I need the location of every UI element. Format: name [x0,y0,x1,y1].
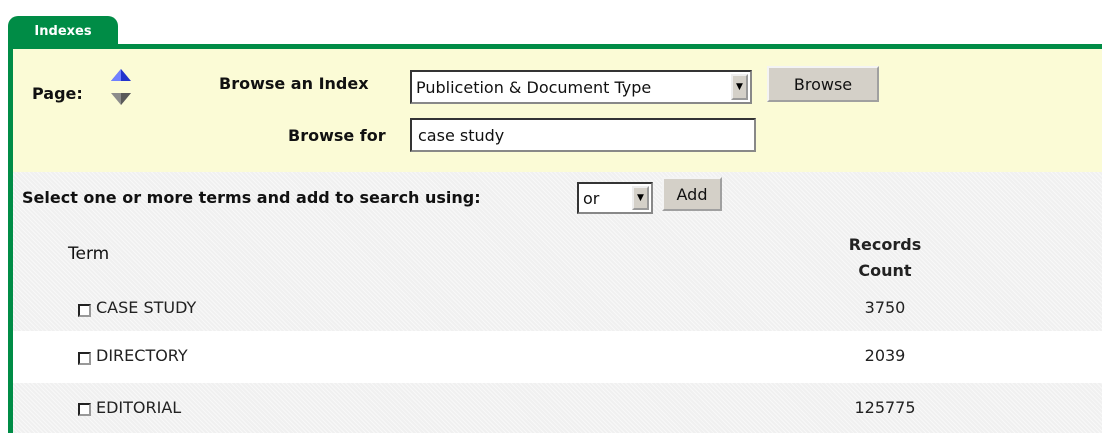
records-count: 2039 [864,346,906,365]
records-count-column-header: Records Count [822,232,948,284]
index-select[interactable]: Publicetion & Document Type ▼ [410,70,752,104]
dropdown-arrow-icon[interactable]: ▼ [632,186,649,210]
browse-for-value: case study [418,125,505,145]
browse-panel [13,49,1102,172]
browse-button-label: Browse [793,74,853,94]
browse-for-input[interactable]: case study [410,118,756,152]
browse-for-label: Browse for [288,126,386,145]
term-checkbox[interactable] [78,403,91,416]
term-column-header: Term [68,244,110,264]
page-up-arrow-icon[interactable] [111,69,131,81]
term-label: DIRECTORY [96,346,188,365]
operator-select[interactable]: or ▼ [577,182,653,214]
records-count: 125775 [854,398,916,417]
select-terms-instruction: Select one or more terms and add to sear… [22,188,481,207]
browse-button[interactable]: Browse [767,66,879,102]
page-navigation-arrows [111,69,131,105]
page-label: Page: [32,84,83,103]
term-checkbox[interactable] [78,304,91,317]
tab-indexes-label: Indexes [34,23,92,39]
browse-index-label: Browse an Index [219,74,369,93]
records-count: 3750 [864,298,906,317]
operator-select-value: or [583,188,600,208]
records-header-line1: Records [848,235,922,254]
add-button[interactable]: Add [662,177,722,211]
dropdown-arrow-icon[interactable]: ▼ [731,74,748,100]
add-button-label: Add [676,184,708,204]
page-down-arrow-icon[interactable] [111,93,131,105]
index-select-value: Publicetion & Document Type [416,77,652,97]
tab-indexes[interactable]: Indexes [8,16,118,46]
records-header-line2: Count [858,261,912,280]
term-label: EDITORIAL [96,398,182,417]
term-checkbox[interactable] [78,352,91,365]
term-label: CASE STUDY [96,298,197,317]
